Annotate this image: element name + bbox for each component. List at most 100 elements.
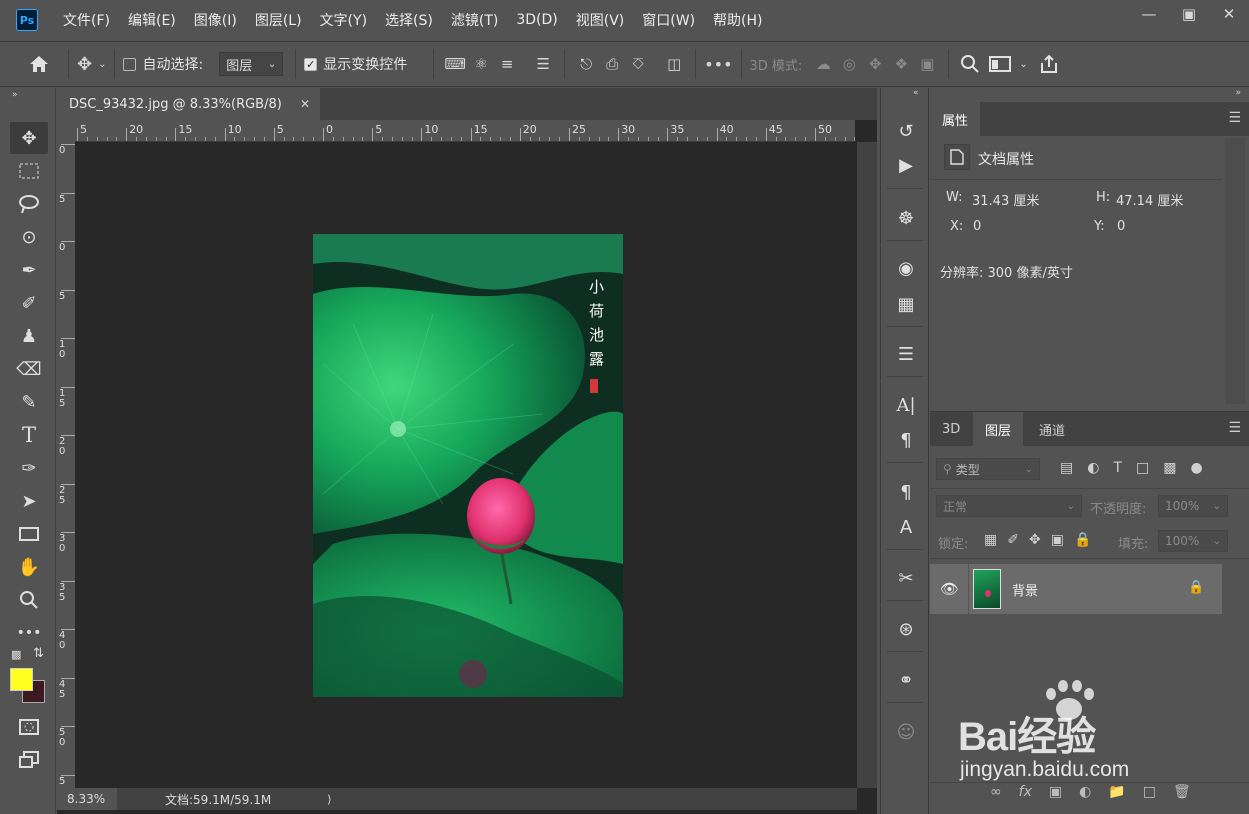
menu-filter[interactable]: 滤镜(T)	[442, 0, 507, 40]
brush-tool[interactable]: ✐	[10, 287, 48, 319]
home-button[interactable]	[26, 49, 52, 79]
menu-file[interactable]: 文件(F)	[54, 0, 119, 40]
vertical-scrollbar[interactable]	[857, 142, 877, 788]
align-right-button[interactable]: ≡	[494, 49, 520, 79]
shape-filter-icon[interactable]: □	[1136, 460, 1149, 476]
image-filter-icon[interactable]: ▤	[1060, 460, 1073, 476]
menu-help[interactable]: 帮助(H)	[704, 0, 771, 40]
lock-pixels-icon[interactable]: ✐	[1007, 532, 1019, 548]
document-tab[interactable]: DSC_93432.jpg @ 8.33%(RGB/8) ✕	[57, 88, 320, 120]
color-panel-button[interactable]: ◉	[893, 255, 919, 281]
lock-transparency-icon[interactable]: ▦	[984, 532, 997, 548]
align-left-button[interactable]: ⌨	[442, 49, 468, 79]
3d-pan-button[interactable]: ✥	[862, 49, 888, 79]
quick-mask-button[interactable]	[10, 711, 48, 743]
fx-icon[interactable]: fx	[1019, 784, 1032, 800]
collapse-panels-icon[interactable]: »	[1235, 88, 1241, 98]
paths-panel-button[interactable]: ⊛	[893, 616, 919, 642]
menu-image[interactable]: 图像(I)	[185, 0, 246, 40]
align-top-button[interactable]: ⎋	[573, 49, 599, 79]
paragraph-panel-button[interactable]: ¶	[893, 427, 919, 453]
smart-object-filter-icon[interactable]: ▩	[1163, 460, 1176, 476]
tab-layers[interactable]: 图层	[973, 412, 1024, 446]
lock-position-icon[interactable]: ✥	[1029, 532, 1041, 548]
fill-input[interactable]: 100% ⌄	[1158, 530, 1228, 552]
3d-panel-button[interactable]: ☺	[893, 719, 919, 745]
search-button[interactable]	[957, 49, 983, 79]
foreground-color-swatch[interactable]	[10, 668, 33, 691]
properties-scrollbar[interactable]	[1225, 138, 1245, 404]
menu-window[interactable]: 窗口(W)	[633, 0, 704, 40]
menu-type[interactable]: 文字(Y)	[311, 0, 376, 40]
zoom-tool[interactable]	[10, 584, 48, 616]
3d-roll-button[interactable]: ◎	[836, 49, 862, 79]
type-tool[interactable]: T	[10, 419, 48, 451]
visibility-eye-icon[interactable]: 👁	[940, 580, 959, 598]
link-layers-icon[interactable]: ∞	[990, 784, 1002, 800]
3d-orbit-button[interactable]: ☁	[810, 49, 836, 79]
add-mask-icon[interactable]: ▣	[1049, 784, 1062, 800]
history-panel-button[interactable]: ↺	[893, 118, 919, 144]
layer-row-background[interactable]: 👁 背景 🔒	[930, 564, 1222, 614]
swap-colors-icon[interactable]: ⇅	[33, 646, 44, 661]
clone-stamp-tool[interactable]: ♟	[10, 320, 48, 352]
tool-presets-button[interactable]: ☰	[893, 341, 919, 367]
eyedropper-tool[interactable]: ✒	[10, 254, 48, 286]
align-vcenter-button[interactable]: ⎙	[599, 49, 625, 79]
character-styles-button[interactable]: A	[893, 514, 919, 540]
vertical-ruler[interactable]: 0 5 0 5 10 15 20 25 30 35 40 45 50 5	[57, 142, 75, 788]
swatches-panel-button[interactable]: ▦	[893, 291, 919, 317]
filter-toggle-icon[interactable]: ●	[1190, 460, 1202, 476]
distribute-vertical-button[interactable]: ☰	[530, 49, 556, 79]
lock-all-icon[interactable]: 🔒	[1074, 532, 1091, 548]
new-group-icon[interactable]: 📁	[1108, 784, 1125, 800]
menu-3d[interactable]: 3D(D)	[507, 0, 566, 40]
minimize-button[interactable]: —	[1129, 0, 1169, 28]
paragraph-styles-button[interactable]: ¶	[893, 479, 919, 505]
panel-menu-icon[interactable]: ☰	[1228, 110, 1241, 126]
ruler-origin[interactable]	[57, 120, 75, 142]
align-hcenter-button[interactable]: ⚛	[468, 49, 494, 79]
trash-icon[interactable]: 🗑	[1173, 784, 1191, 800]
close-window-button[interactable]: ✕	[1209, 0, 1249, 28]
path-selection-tool[interactable]: ➤	[10, 485, 48, 517]
panel-menu-icon[interactable]: ☰	[1228, 420, 1241, 436]
menu-edit[interactable]: 编辑(E)	[119, 0, 185, 40]
tab-channels[interactable]: 通道	[1027, 412, 1077, 446]
adjustment-layer-icon[interactable]: ◐	[1079, 784, 1091, 800]
menu-layer[interactable]: 图层(L)	[246, 0, 311, 40]
expand-panels-icon[interactable]: «	[913, 88, 919, 98]
pen-tool[interactable]: ✑	[10, 452, 48, 484]
3d-scale-button[interactable]: ▣	[914, 49, 940, 79]
type-filter-icon[interactable]: T	[1113, 460, 1122, 476]
align-bottom-button[interactable]: ⎏	[625, 49, 651, 79]
tab-3d[interactable]: 3D	[930, 412, 972, 446]
rectangle-tool[interactable]	[10, 518, 48, 550]
more-options-button[interactable]: •••	[704, 49, 732, 79]
lasso-tool[interactable]	[10, 188, 48, 220]
actions-panel-button[interactable]: ▶	[893, 152, 919, 178]
character-panel-button[interactable]: A|	[893, 392, 919, 418]
show-transform-checkbox[interactable]: ✓ 显示变换控件	[304, 54, 407, 74]
quick-selection-tool[interactable]: ⊙	[10, 221, 48, 253]
lock-artboard-icon[interactable]: ▣	[1051, 532, 1064, 548]
zoom-level[interactable]: 8.33%	[57, 788, 117, 810]
new-layer-icon[interactable]: □	[1143, 784, 1156, 800]
auto-select-dropdown[interactable]: 图层 ⌄	[219, 52, 284, 76]
status-menu-arrow[interactable]: ⟩	[327, 793, 331, 806]
tab-properties[interactable]: 属性	[930, 102, 981, 136]
marquee-tool[interactable]	[10, 155, 48, 187]
move-tool-preset[interactable]: ✥ ⌄	[77, 49, 106, 79]
eraser-tool[interactable]: ⌫	[10, 353, 48, 385]
distribute-horizontal-button[interactable]: ◫	[661, 49, 687, 79]
blend-mode-dropdown[interactable]: 正常 ⌄	[936, 495, 1082, 517]
menu-view[interactable]: 视图(V)	[567, 0, 634, 40]
collapse-toolbar-icon[interactable]: »	[12, 90, 18, 100]
workspace-button[interactable]: ⌄	[989, 49, 1028, 79]
3d-slide-button[interactable]: ❖	[888, 49, 914, 79]
opacity-input[interactable]: 100% ⌄	[1158, 495, 1228, 517]
brush-settings-button[interactable]: ✂	[893, 565, 919, 591]
close-tab-icon[interactable]: ✕	[300, 97, 310, 111]
screen-mode-button[interactable]	[10, 744, 48, 776]
auto-select-checkbox[interactable]: 自动选择:	[123, 54, 203, 74]
